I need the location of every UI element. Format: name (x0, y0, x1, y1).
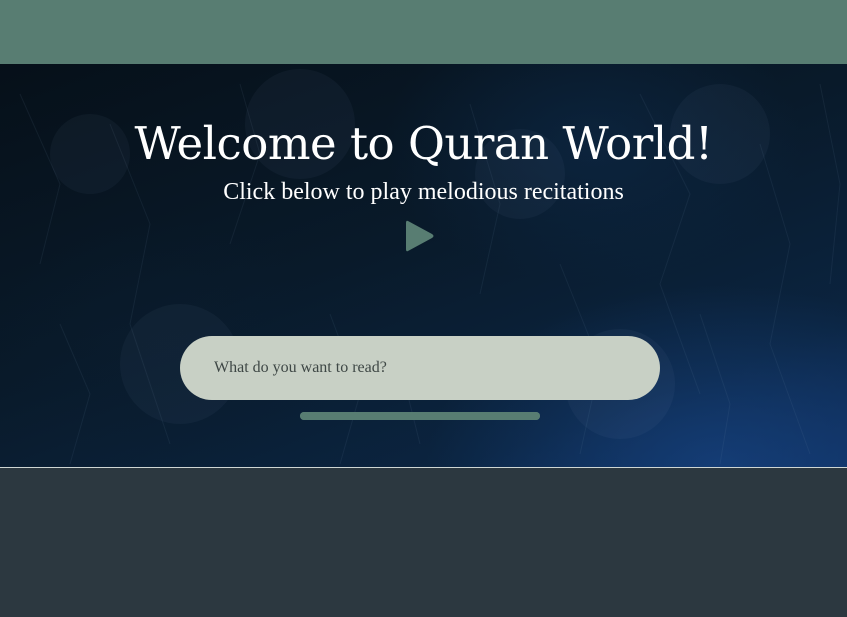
play-icon[interactable] (404, 218, 436, 254)
top-nav-bar (0, 0, 847, 64)
search-input[interactable] (212, 358, 628, 378)
hero-title: Welcome to Quran World! (134, 117, 713, 170)
page: Welcome to Quran World! Click below to p… (0, 0, 847, 617)
hero-section: Welcome to Quran World! Click below to p… (0, 64, 847, 468)
search-underline-fill (300, 412, 540, 420)
search-underline-bar (300, 412, 540, 420)
hero-subtitle: Click below to play melodious recitation… (223, 179, 624, 205)
search-box[interactable] (180, 336, 660, 400)
